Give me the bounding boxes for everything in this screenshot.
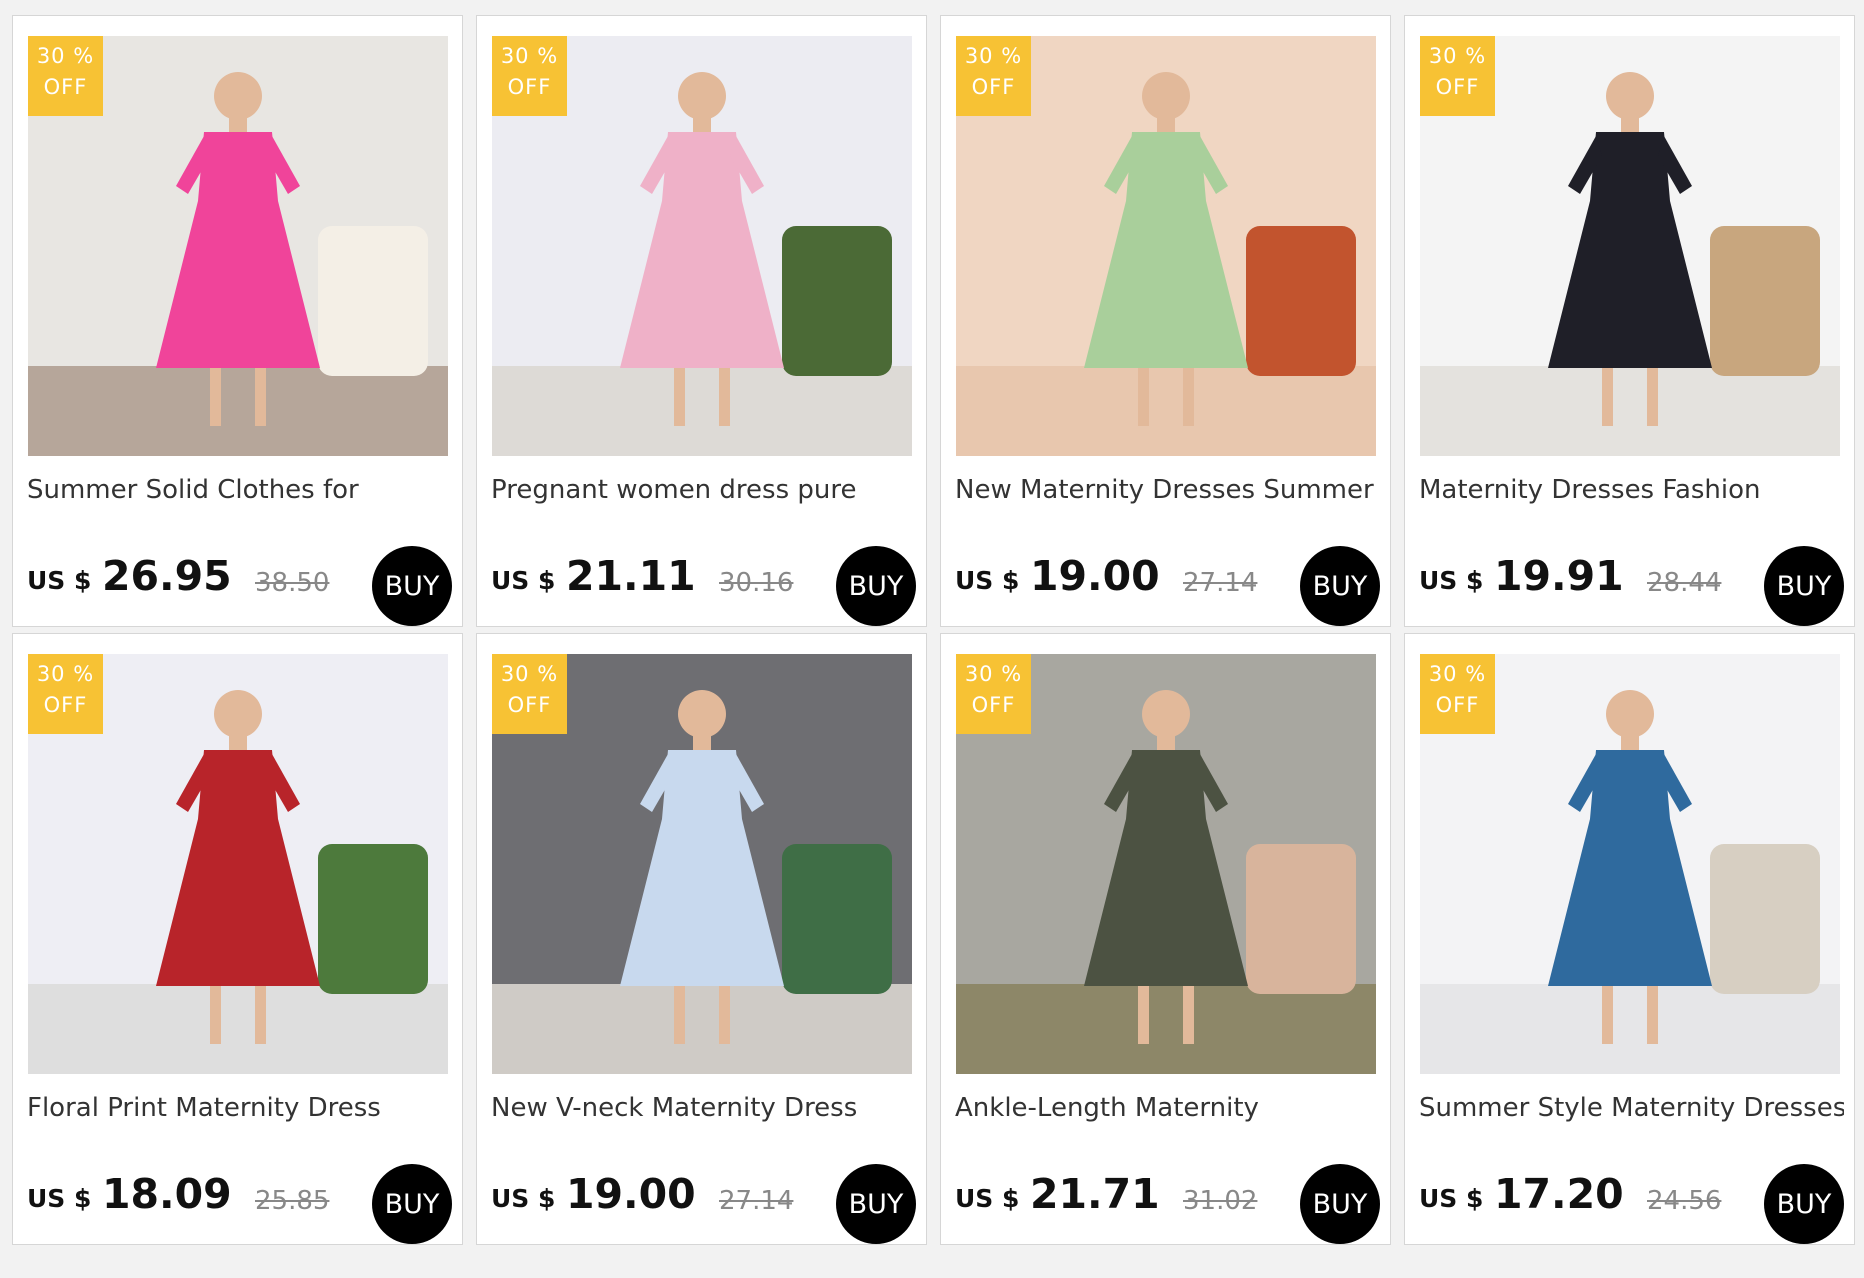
currency-label: US $ [1419, 1184, 1484, 1213]
discount-off-label: OFF [43, 75, 88, 99]
product-image[interactable]: 30 % OFF [956, 654, 1376, 1074]
price-row: US $ 17.20 24.56 BUY [1419, 1164, 1844, 1244]
product-title[interactable]: New V-neck Maternity Dress [491, 1093, 916, 1123]
sale-price: 21.71 [1030, 1170, 1160, 1218]
product-card[interactable]: 30 % OFF Pregnant women dress pure US $ … [476, 15, 927, 627]
discount-off-label: OFF [43, 693, 88, 717]
buy-button[interactable]: BUY [1764, 1164, 1844, 1244]
original-price: 27.14 [1183, 568, 1258, 598]
discount-off-label: OFF [507, 693, 552, 717]
original-price: 38.50 [255, 568, 330, 598]
product-image[interactable]: 30 % OFF [1420, 36, 1840, 456]
sale-price: 18.09 [102, 1170, 232, 1218]
discount-percent: 30 % [500, 44, 559, 68]
original-price: 27.14 [719, 1186, 794, 1216]
buy-button[interactable]: BUY [1764, 546, 1844, 626]
currency-label: US $ [955, 566, 1020, 595]
product-image[interactable]: 30 % OFF [28, 36, 448, 456]
discount-badge: 30 % OFF [492, 36, 567, 116]
product-card[interactable]: 30 % OFF Floral Print Maternity Dress US… [12, 633, 463, 1245]
product-card[interactable]: 30 % OFF Summer Style Maternity Dresses … [1404, 633, 1855, 1245]
sale-price: 19.91 [1494, 552, 1624, 600]
product-card[interactable]: 30 % OFF Ankle-Length Maternity US $ 21.… [940, 633, 1391, 1245]
product-image[interactable]: 30 % OFF [492, 654, 912, 1074]
product-image[interactable]: 30 % OFF [956, 36, 1376, 456]
discount-percent: 30 % [964, 662, 1023, 686]
product-card[interactable]: 30 % OFF Maternity Dresses Fashion US $ … [1404, 15, 1855, 627]
price-row: US $ 18.09 25.85 BUY [27, 1164, 452, 1244]
original-price: 30.16 [719, 568, 794, 598]
currency-label: US $ [491, 1184, 556, 1213]
product-title[interactable]: Summer Solid Clothes for [27, 475, 452, 505]
original-price: 24.56 [1647, 1186, 1722, 1216]
product-title[interactable]: Summer Style Maternity Dresses [1419, 1093, 1844, 1123]
original-price: 31.02 [1183, 1186, 1258, 1216]
discount-badge: 30 % OFF [956, 36, 1031, 116]
price-row: US $ 19.00 27.14 BUY [955, 546, 1380, 626]
discount-badge: 30 % OFF [492, 654, 567, 734]
product-grid: 30 % OFF Summer Solid Clothes for US $ 2… [12, 15, 1855, 1245]
discount-percent: 30 % [36, 44, 95, 68]
product-image[interactable]: 30 % OFF [28, 654, 448, 1074]
product-card[interactable]: 30 % OFF Summer Solid Clothes for US $ 2… [12, 15, 463, 627]
product-card[interactable]: 30 % OFF New V-neck Maternity Dress US $… [476, 633, 927, 1245]
price-row: US $ 26.95 38.50 BUY [27, 546, 452, 626]
price-row: US $ 19.00 27.14 BUY [491, 1164, 916, 1244]
product-image[interactable]: 30 % OFF [1420, 654, 1840, 1074]
buy-button[interactable]: BUY [836, 546, 916, 626]
product-title[interactable]: Maternity Dresses Fashion [1419, 475, 1844, 505]
discount-off-label: OFF [971, 75, 1016, 99]
product-title[interactable]: Floral Print Maternity Dress [27, 1093, 452, 1123]
buy-button[interactable]: BUY [1300, 546, 1380, 626]
discount-percent: 30 % [500, 662, 559, 686]
discount-badge: 30 % OFF [956, 654, 1031, 734]
product-title[interactable]: New Maternity Dresses Summer [955, 475, 1380, 505]
discount-badge: 30 % OFF [1420, 36, 1495, 116]
buy-button[interactable]: BUY [1300, 1164, 1380, 1244]
discount-off-label: OFF [1435, 693, 1480, 717]
buy-button[interactable]: BUY [372, 546, 452, 626]
discount-badge: 30 % OFF [28, 654, 103, 734]
buy-button[interactable]: BUY [836, 1164, 916, 1244]
currency-label: US $ [491, 566, 556, 595]
product-card[interactable]: 30 % OFF New Maternity Dresses Summer US… [940, 15, 1391, 627]
currency-label: US $ [1419, 566, 1484, 595]
discount-percent: 30 % [964, 44, 1023, 68]
sale-price: 19.00 [566, 1170, 696, 1218]
discount-percent: 30 % [36, 662, 95, 686]
buy-button[interactable]: BUY [372, 1164, 452, 1244]
product-image[interactable]: 30 % OFF [492, 36, 912, 456]
discount-badge: 30 % OFF [28, 36, 103, 116]
product-title[interactable]: Ankle-Length Maternity [955, 1093, 1380, 1123]
sale-price: 21.11 [566, 552, 696, 600]
discount-off-label: OFF [1435, 75, 1480, 99]
original-price: 25.85 [255, 1186, 330, 1216]
currency-label: US $ [955, 1184, 1020, 1213]
currency-label: US $ [27, 566, 92, 595]
original-price: 28.44 [1647, 568, 1722, 598]
sale-price: 19.00 [1030, 552, 1160, 600]
discount-off-label: OFF [507, 75, 552, 99]
price-row: US $ 19.91 28.44 BUY [1419, 546, 1844, 626]
sale-price: 26.95 [102, 552, 232, 600]
product-title[interactable]: Pregnant women dress pure [491, 475, 916, 505]
sale-price: 17.20 [1494, 1170, 1624, 1218]
discount-off-label: OFF [971, 693, 1016, 717]
discount-percent: 30 % [1428, 662, 1487, 686]
discount-badge: 30 % OFF [1420, 654, 1495, 734]
price-row: US $ 21.11 30.16 BUY [491, 546, 916, 626]
price-row: US $ 21.71 31.02 BUY [955, 1164, 1380, 1244]
discount-percent: 30 % [1428, 44, 1487, 68]
currency-label: US $ [27, 1184, 92, 1213]
